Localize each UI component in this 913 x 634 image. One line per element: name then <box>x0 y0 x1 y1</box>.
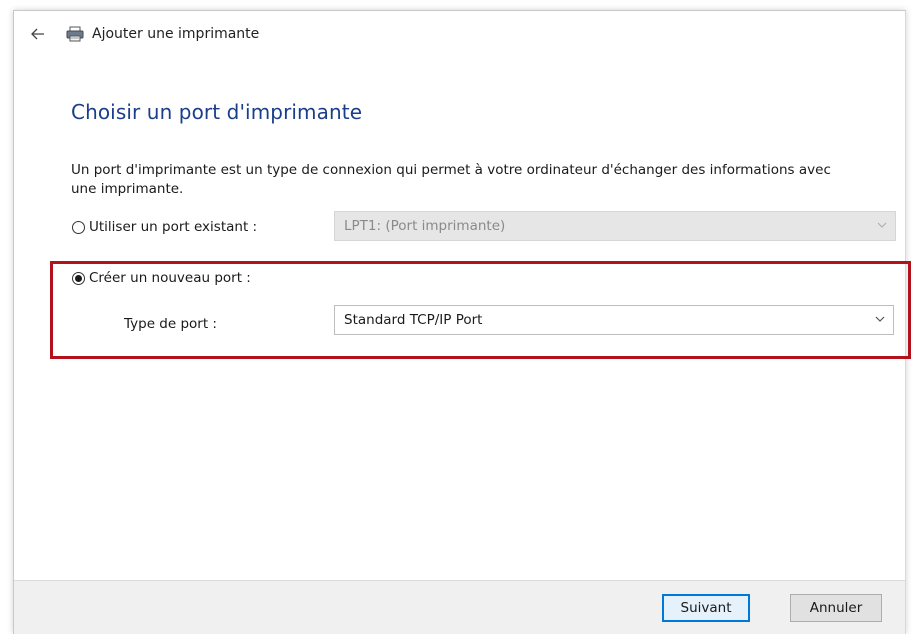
page-heading: Choisir un port d'imprimante <box>71 100 363 124</box>
existing-port-value: LPT1: (Port imprimante) <box>344 218 506 234</box>
existing-port-select: LPT1: (Port imprimante) <box>334 211 896 241</box>
cancel-button[interactable]: Annuler <box>790 594 882 622</box>
window-title: Ajouter une imprimante <box>92 26 260 42</box>
port-type-value: Standard TCP/IP Port <box>344 312 483 328</box>
next-button[interactable]: Suivant <box>662 594 750 622</box>
port-type-label: Type de port : <box>124 316 217 332</box>
back-button[interactable] <box>28 24 48 44</box>
port-type-select[interactable]: Standard TCP/IP Port <box>334 305 894 335</box>
dialog-footer: Suivant Annuler <box>14 580 905 634</box>
radio-button-unselected[interactable] <box>72 220 85 234</box>
chevron-down-icon <box>875 316 885 322</box>
create-new-port-radio[interactable]: Créer un nouveau port : <box>72 270 251 286</box>
create-new-port-label: Créer un nouveau port : <box>89 270 251 286</box>
add-printer-window: Ajouter une imprimante Choisir un port d… <box>13 10 911 634</box>
use-existing-port-radio[interactable]: Utiliser un port existant : <box>72 219 257 235</box>
radio-button-selected[interactable] <box>72 271 85 285</box>
printer-icon <box>66 26 84 42</box>
page-description: Un port d'imprimante est un type de conn… <box>71 162 831 197</box>
arrow-left-icon <box>31 28 44 40</box>
use-existing-port-label: Utiliser un port existant : <box>89 219 258 235</box>
title-bar: Ajouter une imprimante <box>14 21 259 47</box>
chevron-down-icon <box>877 222 887 228</box>
